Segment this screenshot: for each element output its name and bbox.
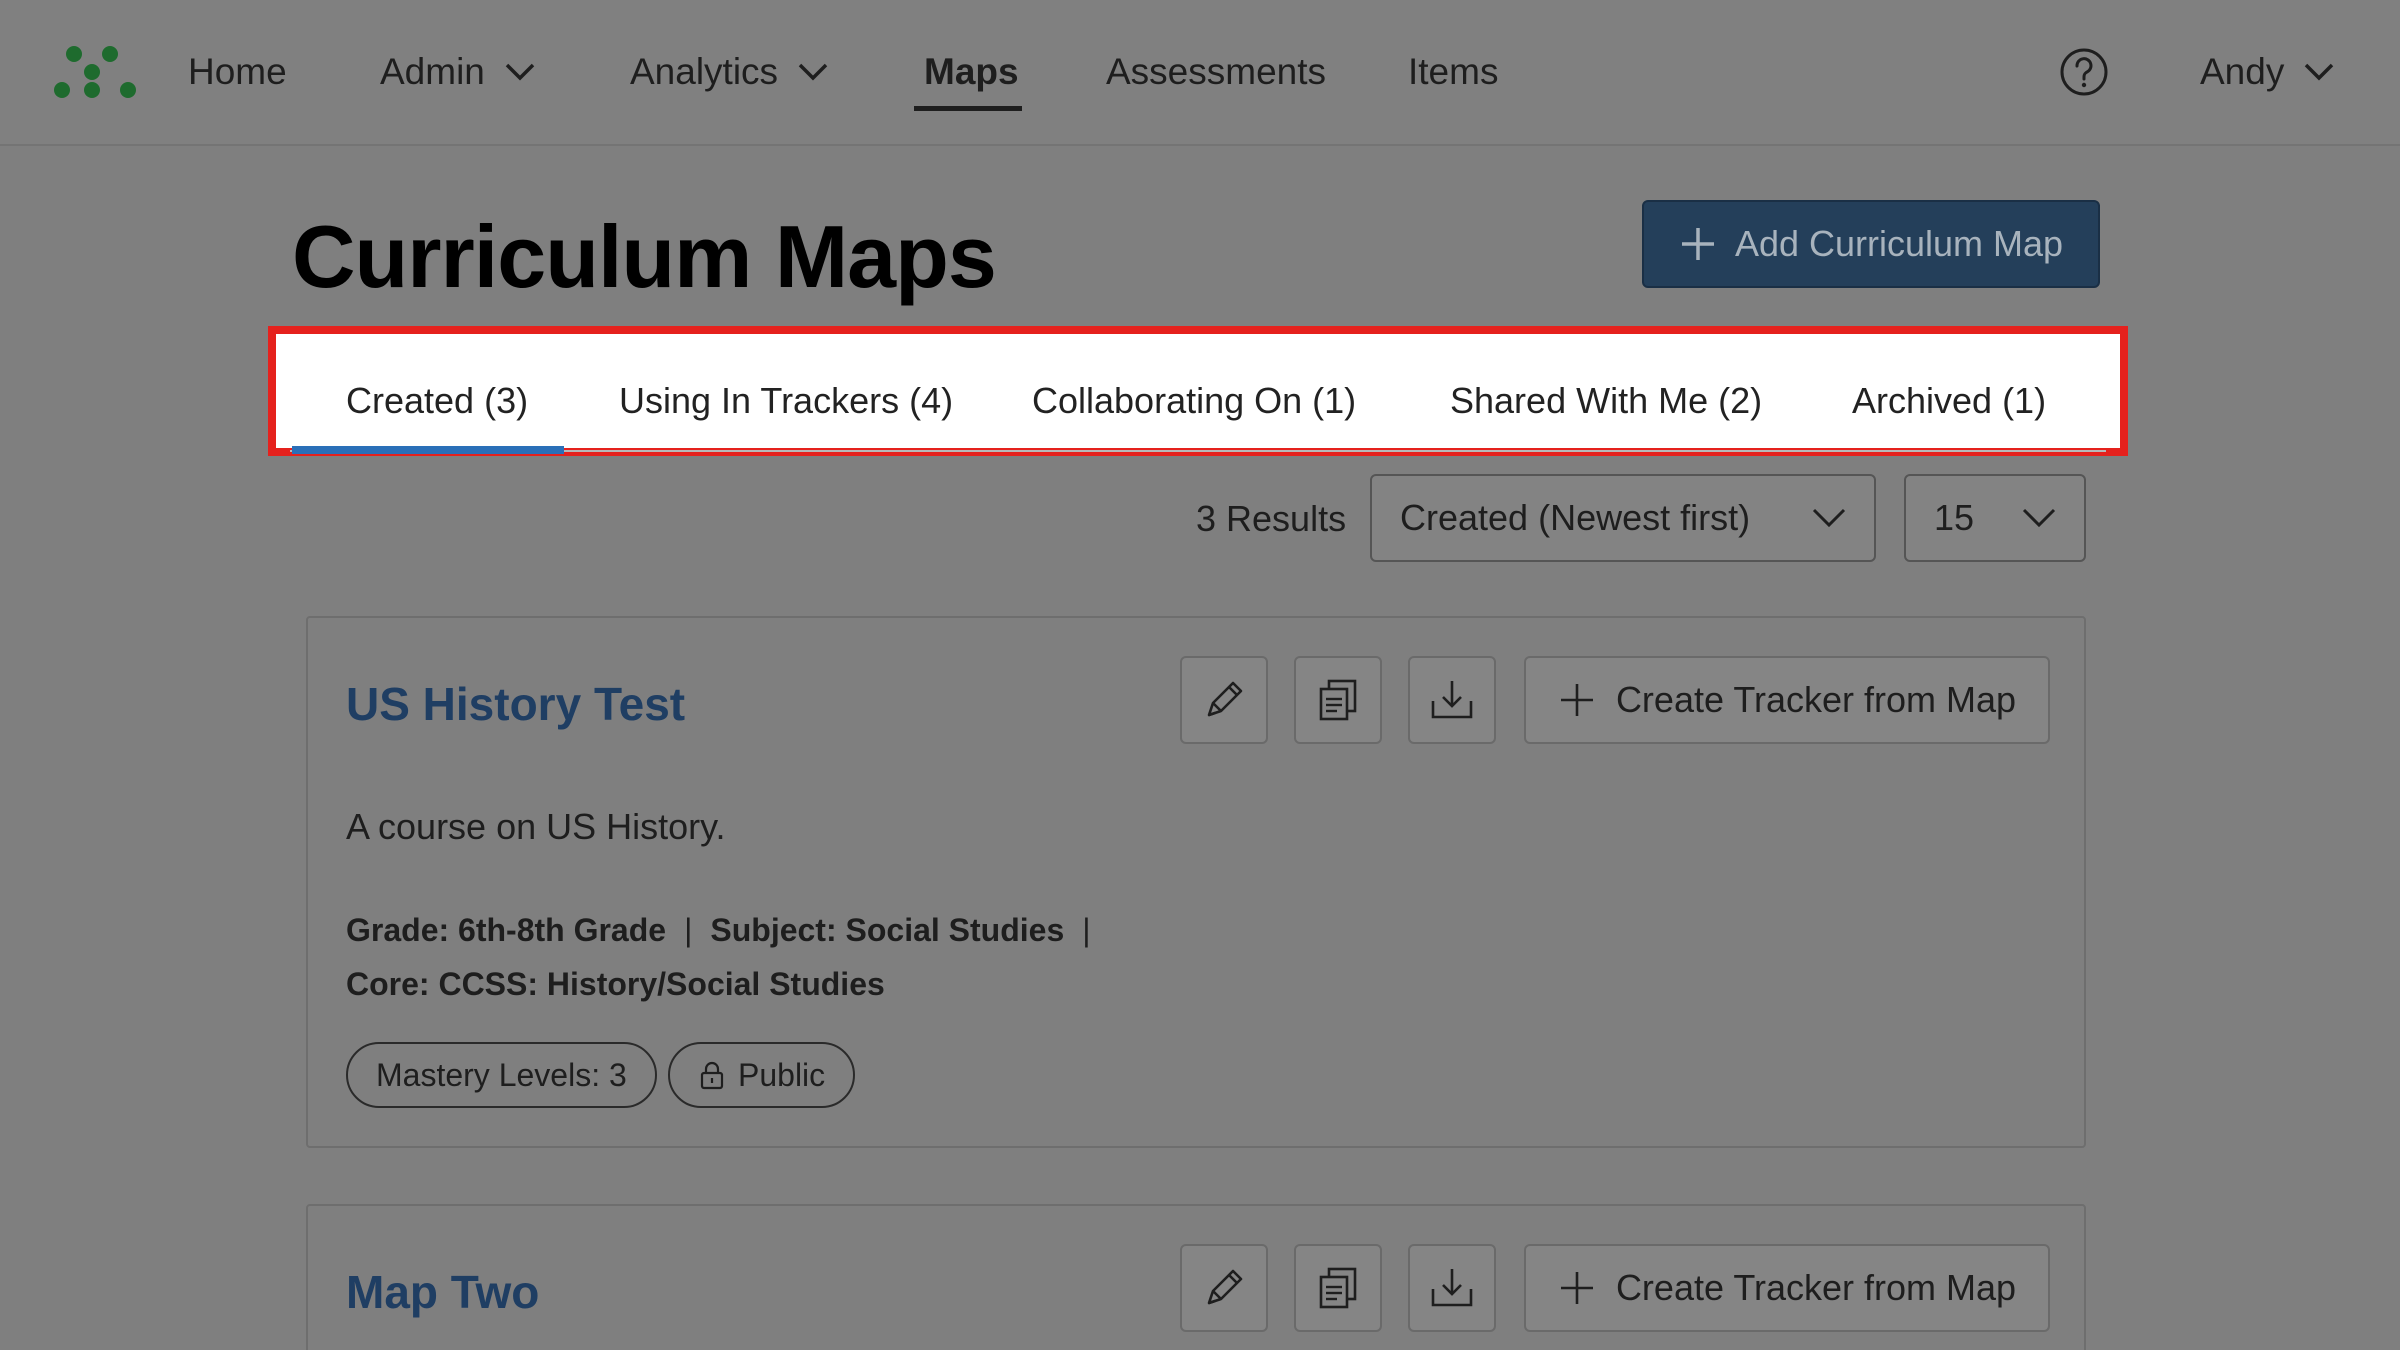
page-size-select[interactable]: 15 bbox=[1904, 474, 2086, 562]
results-count: 3 Results bbox=[1196, 498, 1347, 539]
copy-icon bbox=[1319, 1267, 1357, 1309]
tab-shared-with-me[interactable]: Shared With Me (2) bbox=[1450, 374, 1762, 428]
create-tracker-label: Create Tracker from Map bbox=[1615, 679, 2017, 720]
visibility-badge: Public bbox=[668, 1042, 856, 1108]
chevron-down-icon bbox=[2305, 63, 2334, 81]
duplicate-map-button[interactable] bbox=[1294, 656, 1382, 744]
plus-icon bbox=[1560, 684, 1593, 716]
plus-icon bbox=[1681, 228, 1714, 260]
edit-map-button[interactable] bbox=[1180, 1244, 1268, 1332]
create-tracker-button[interactable]: Create Tracker from Map bbox=[1524, 656, 2050, 744]
nav-home[interactable]: Home bbox=[188, 46, 287, 98]
nav-assessments-label: Assessments bbox=[1106, 51, 1327, 92]
map-grade: Grade: 6th-8th Grade bbox=[346, 912, 667, 948]
nav-items[interactable]: Items bbox=[1408, 46, 1498, 98]
dots-logo-icon[interactable] bbox=[52, 44, 142, 100]
nav-items-label: Items bbox=[1408, 51, 1499, 92]
chevron-down-icon bbox=[2022, 508, 2056, 528]
nav-admin[interactable]: Admin bbox=[380, 46, 535, 98]
user-menu[interactable]: Andy bbox=[2200, 46, 2334, 98]
visibility-label: Public bbox=[738, 1056, 826, 1093]
page-title: Curriculum Maps bbox=[292, 207, 997, 306]
map-title-link[interactable]: US History Test bbox=[346, 674, 685, 734]
map-core: Core: CCSS: History/Social Studies bbox=[346, 966, 885, 1002]
help-circle-icon[interactable] bbox=[2058, 46, 2110, 98]
nav-active-underline bbox=[914, 106, 1022, 111]
duplicate-map-button[interactable] bbox=[1294, 1244, 1382, 1332]
meta-separator: | bbox=[684, 912, 693, 948]
user-name: Andy bbox=[2200, 51, 2285, 92]
create-tracker-button[interactable]: Create Tracker from Map bbox=[1524, 1244, 2050, 1332]
sort-select[interactable]: Created (Newest first) bbox=[1370, 474, 1876, 562]
tab-archived[interactable]: Archived (1) bbox=[1852, 374, 2046, 428]
page-size-value: 15 bbox=[1934, 497, 1975, 538]
pencil-icon bbox=[1207, 1269, 1243, 1305]
nav-maps[interactable]: Maps bbox=[924, 46, 1019, 98]
tab-bar: Created (3) Using In Trackers (4) Collab… bbox=[268, 326, 2128, 456]
lock-icon bbox=[700, 1061, 724, 1090]
add-curriculum-map-button[interactable]: Add Curriculum Map bbox=[1642, 200, 2100, 288]
top-navigation-bar: Home Admin Analytics Maps Assessments It… bbox=[0, 0, 2400, 146]
create-tracker-label: Create Tracker from Map bbox=[1615, 1267, 2017, 1308]
chevron-down-icon bbox=[505, 63, 535, 81]
nav-analytics-label: Analytics bbox=[630, 51, 779, 92]
map-card: Map Two Create Tracker from Map bbox=[306, 1204, 2086, 1350]
download-map-button[interactable] bbox=[1408, 656, 1496, 744]
map-subject: Subject: Social Studies bbox=[710, 912, 1065, 948]
download-icon bbox=[1431, 1269, 1473, 1307]
copy-icon bbox=[1319, 679, 1357, 721]
nav-assessments[interactable]: Assessments bbox=[1106, 46, 1326, 98]
tab-active-underline bbox=[292, 446, 564, 454]
nav-maps-label: Maps bbox=[924, 51, 1019, 92]
download-map-button[interactable] bbox=[1408, 1244, 1496, 1332]
mastery-levels-badge: Mastery Levels: 3 bbox=[346, 1042, 657, 1108]
chevron-down-icon bbox=[1812, 508, 1846, 528]
add-curriculum-map-label: Add Curriculum Map bbox=[1734, 223, 2064, 264]
tab-using-in-trackers[interactable]: Using In Trackers (4) bbox=[619, 374, 953, 428]
nav-analytics[interactable]: Analytics bbox=[630, 46, 828, 98]
nav-home-label: Home bbox=[188, 51, 287, 92]
chevron-down-icon bbox=[798, 63, 828, 81]
meta-separator: | bbox=[1082, 912, 1091, 948]
map-meta-grade-subject: Grade: 6th-8th Grade | Subject: Social Stu… bbox=[346, 908, 1109, 952]
sort-select-value: Created (Newest first) bbox=[1400, 497, 1751, 538]
map-card: US History Test Create Tracker from Map … bbox=[306, 616, 2086, 1148]
nav-admin-label: Admin bbox=[380, 51, 485, 92]
plus-icon bbox=[1560, 1272, 1593, 1304]
map-description: A course on US History. bbox=[346, 806, 726, 847]
pencil-icon bbox=[1207, 681, 1243, 717]
tab-collaborating-on[interactable]: Collaborating On (1) bbox=[1032, 374, 1356, 428]
download-icon bbox=[1431, 681, 1473, 719]
tab-created[interactable]: Created (3) bbox=[346, 374, 528, 428]
edit-map-button[interactable] bbox=[1180, 656, 1268, 744]
mastery-levels-label: Mastery Levels: 3 bbox=[376, 1056, 627, 1093]
map-title-link[interactable]: Map Two bbox=[346, 1262, 539, 1322]
